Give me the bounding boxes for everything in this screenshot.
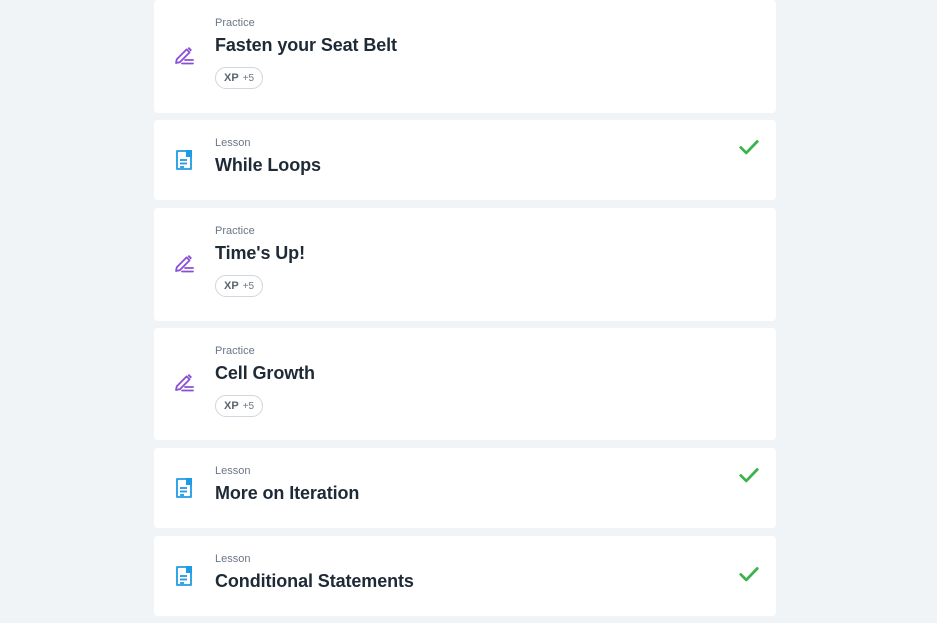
item-title: While Loops	[215, 155, 321, 175]
xp-badge-value: +5	[242, 72, 255, 84]
item-title: More on Iteration	[215, 483, 360, 503]
item-type-label: Lesson	[215, 553, 251, 565]
check-icon	[739, 468, 759, 483]
item-content: Lesson More on Iteration	[215, 464, 716, 505]
list-item-practice[interactable]: Practice Time's Up! XP +5	[154, 208, 776, 321]
xp-badge-value: +5	[242, 280, 255, 292]
item-title: Cell Growth	[215, 363, 315, 383]
pencil-icon	[175, 255, 194, 273]
item-type-label: Lesson	[215, 137, 251, 149]
document-icon	[176, 150, 192, 170]
list-item-lesson[interactable]: Lesson Conditional Statements	[154, 536, 776, 616]
item-title: Fasten your Seat Belt	[215, 35, 397, 55]
item-title: Conditional Statements	[215, 571, 414, 591]
item-type-label: Practice	[215, 225, 255, 237]
item-type-label: Lesson	[215, 465, 251, 477]
xp-badge-value: +5	[242, 400, 255, 412]
check-icon	[739, 567, 759, 582]
item-content: Practice Time's Up! XP +5	[215, 224, 716, 297]
item-content: Lesson Conditional Statements	[215, 552, 716, 593]
list-item-lesson[interactable]: Lesson While Loops	[154, 120, 776, 200]
xp-badge-label: XP	[224, 280, 239, 292]
item-type-label: Practice	[215, 345, 255, 357]
list-item-lesson[interactable]: Lesson More on Iteration	[154, 448, 776, 528]
check-icon	[739, 140, 759, 155]
pencil-icon	[175, 47, 194, 65]
item-content: Lesson While Loops	[215, 136, 716, 177]
item-content: Practice Cell Growth XP +5	[215, 344, 716, 417]
xp-badge: XP +5	[215, 275, 264, 297]
xp-badge: XP +5	[215, 67, 264, 89]
item-type-label: Practice	[215, 17, 255, 29]
item-title: Time's Up!	[215, 243, 305, 263]
item-content: Practice Fasten your Seat Belt XP +5	[215, 16, 716, 89]
xp-badge-label: XP	[224, 400, 239, 412]
document-icon	[176, 566, 192, 586]
list-item-practice[interactable]: Practice Cell Growth XP +5	[154, 328, 776, 440]
document-icon	[176, 478, 192, 498]
pencil-icon	[175, 374, 194, 392]
list-item-practice[interactable]: Practice Fasten your Seat Belt XP +5	[154, 0, 776, 113]
xp-badge-label: XP	[224, 72, 239, 84]
xp-badge: XP +5	[215, 395, 264, 417]
